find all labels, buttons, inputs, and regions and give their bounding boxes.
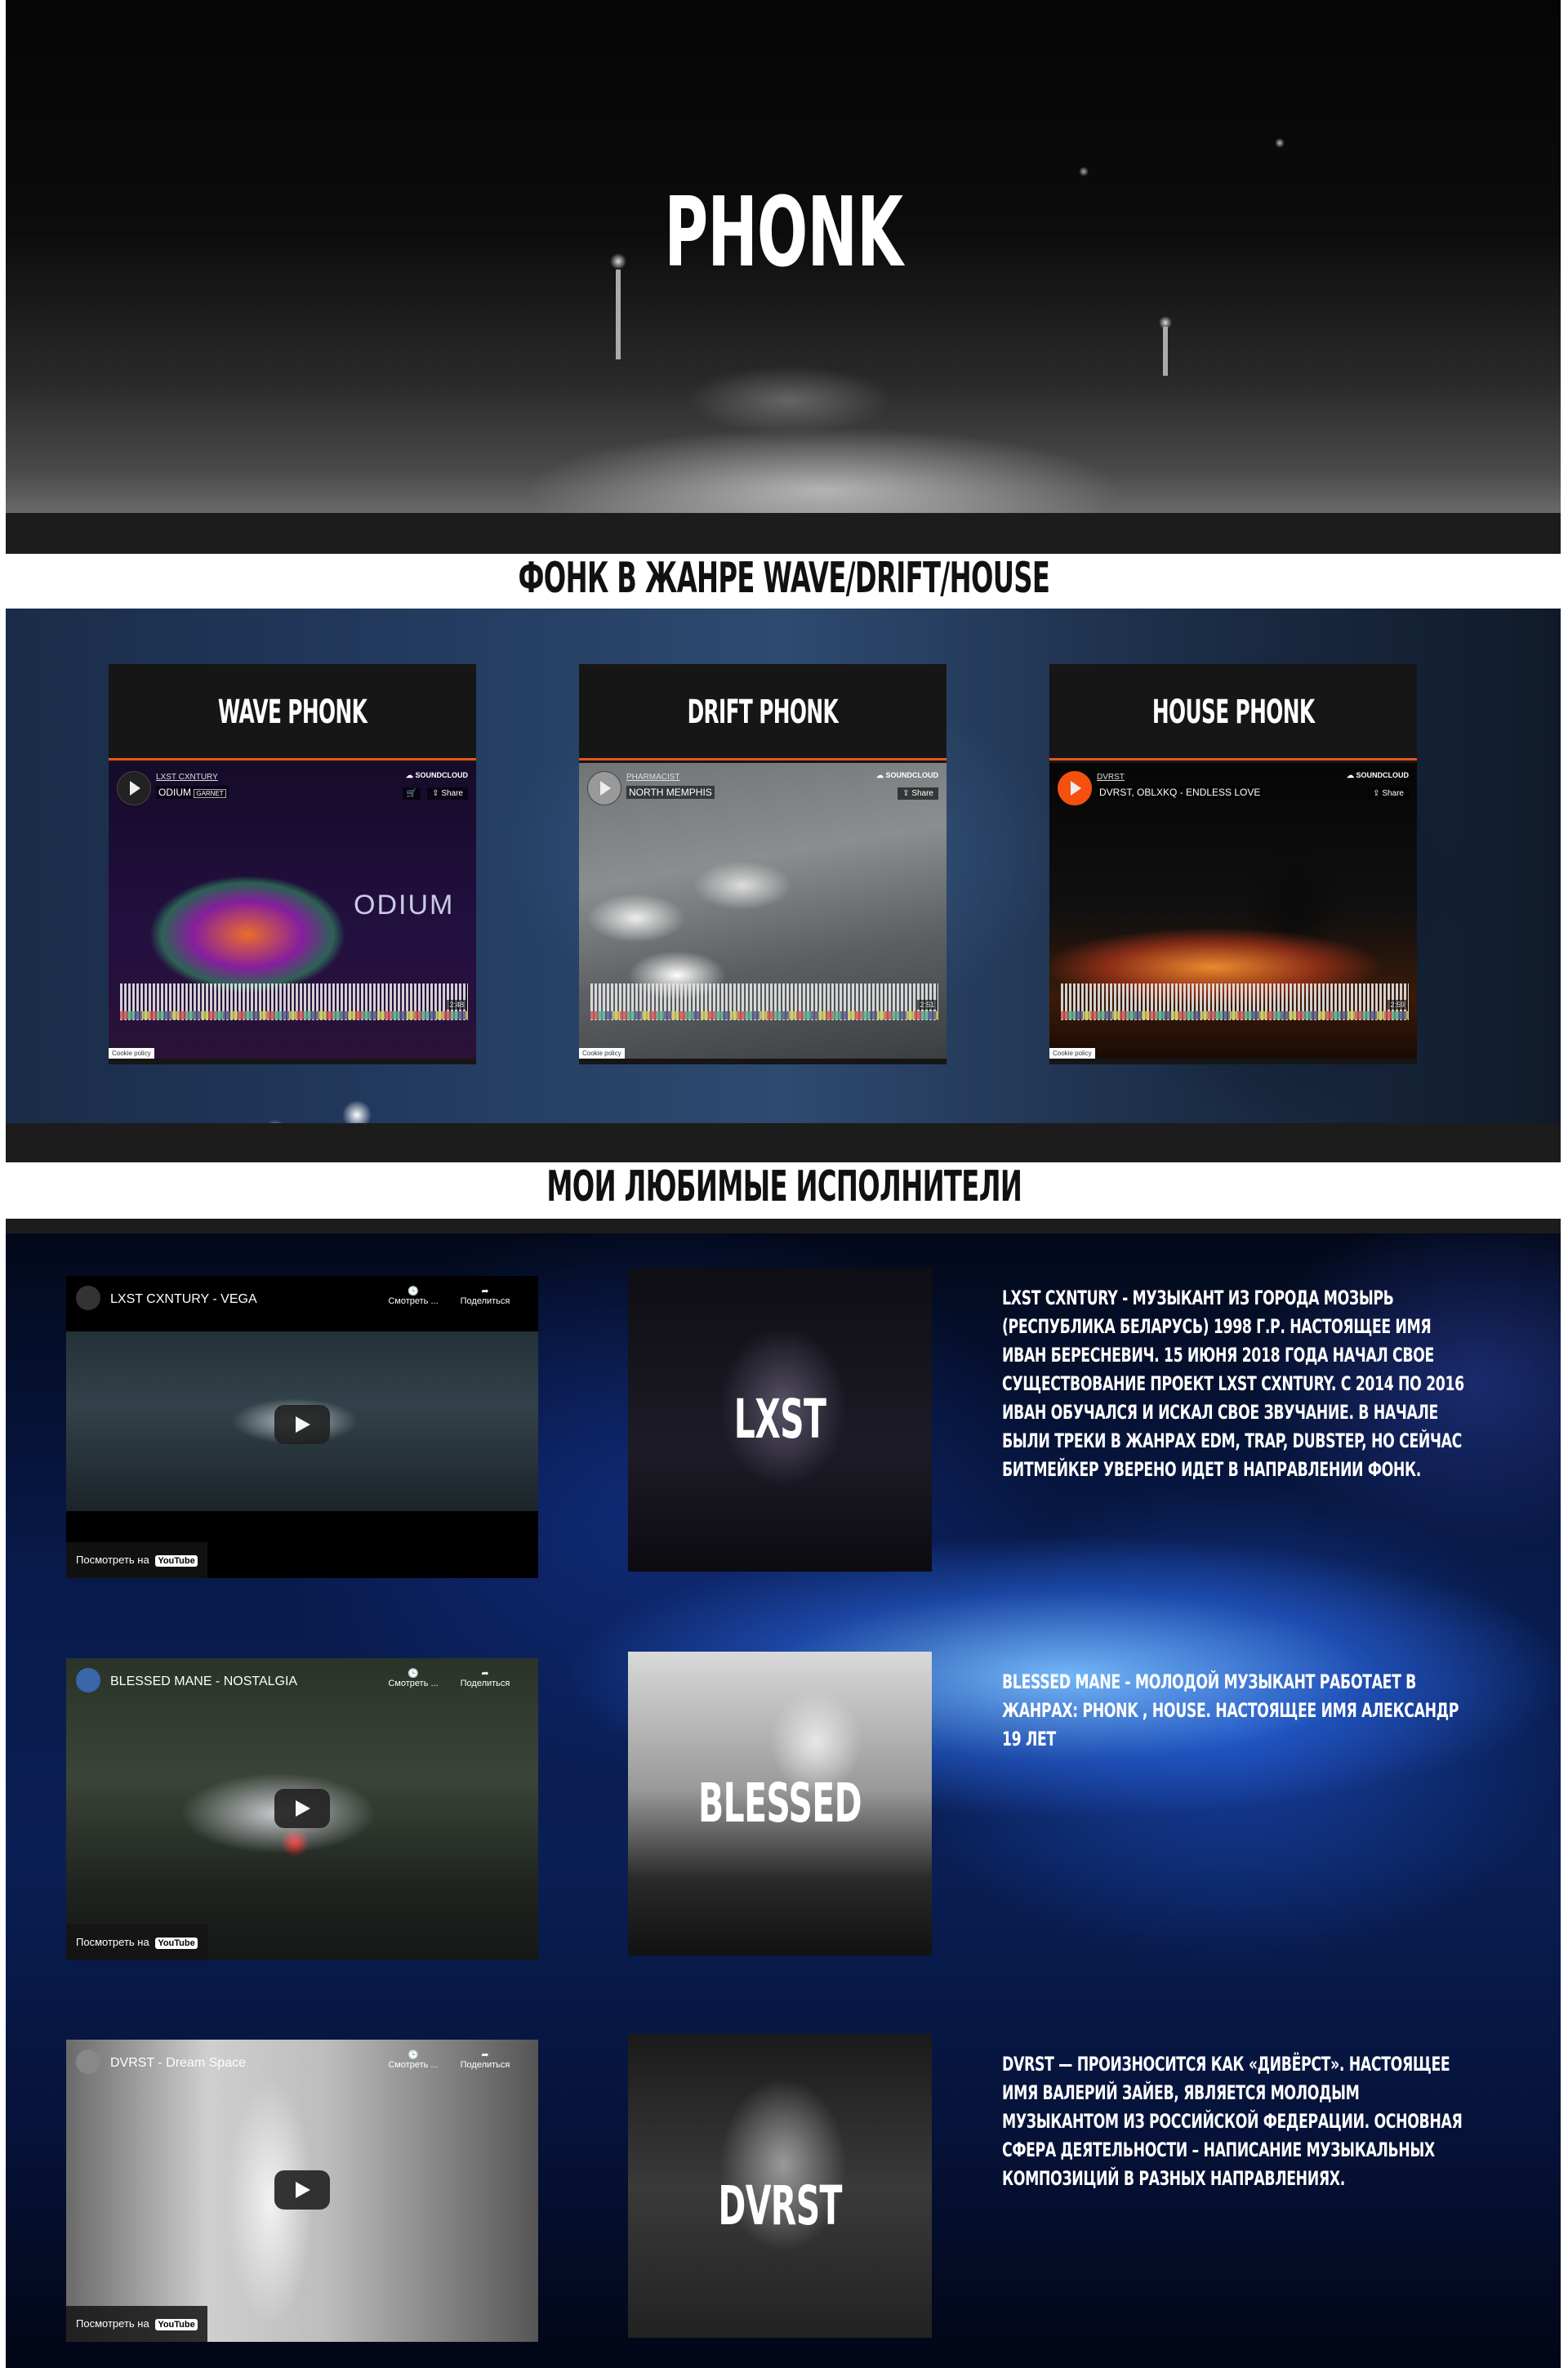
soundcloud-logo[interactable]: ☁ SOUNDCLOUD: [406, 771, 468, 780]
genres-bottom-strip: [6, 1123, 1561, 1162]
clock-icon: 🕒: [408, 1287, 419, 1296]
share-button[interactable]: ⇪ Share: [1368, 787, 1409, 800]
artists-top-strip: [6, 1219, 1561, 1233]
share-arrow-icon: ➦: [481, 2050, 489, 2060]
artist-photo-name: BLESSED MANE: [698, 1772, 862, 1835]
artist-photo: LXST CXNTURY: [628, 1268, 932, 1572]
youtube-logo: YouTube: [155, 1555, 198, 1567]
cookie-policy-link[interactable]: Cookie policy: [1049, 1048, 1095, 1059]
share-video-button[interactable]: ➦ Поделиться: [457, 1286, 514, 1306]
clock-icon: 🕒: [408, 1669, 419, 1679]
track-user-link[interactable]: PHARMACIST: [626, 773, 680, 782]
artists-section: LXST CXNTURY - VEGA 🕒 Смотреть ... ➦ Подел…: [6, 1219, 1561, 2368]
comment-thumbnails[interactable]: [590, 1011, 938, 1019]
genre-card-wave: WAVE PHONK ODIUM LXST CXNTURY ODIUM GARN…: [109, 664, 476, 1064]
youtube-embed[interactable]: LXST CXNTURY - VEGA 🕒 Смотреть ... ➦ Подел…: [66, 1276, 538, 1578]
track-duration: 2:51: [917, 1000, 937, 1010]
play-button[interactable]: [587, 771, 621, 805]
channel-avatar[interactable]: [76, 1286, 100, 1310]
share-arrow-icon: ➦: [481, 1669, 489, 1679]
hero-banner: PHONK: [6, 0, 1561, 554]
track-duration: 2:59: [1388, 1000, 1407, 1010]
share-video-button[interactable]: ➦ Поделиться: [457, 1668, 514, 1688]
play-button[interactable]: [1058, 771, 1092, 805]
genre-title: WAVE PHONK: [109, 664, 476, 760]
track-user-link[interactable]: LXST CXNTURY: [156, 773, 218, 782]
cart-icon[interactable]: 🛒: [402, 787, 421, 800]
youtube-play-button[interactable]: [274, 1405, 330, 1444]
hero-bottom-strip: [6, 513, 1561, 554]
cookie-policy-link[interactable]: Cookie policy: [579, 1048, 625, 1059]
artist-photo-name: LXST CXNTURY: [733, 1388, 826, 1451]
genre-card-drift: DRIFT PHONK PHARMACIST NORTH MEMPHIS ☁ S…: [579, 664, 947, 1064]
comment-thumbnails[interactable]: [120, 1011, 468, 1019]
youtube-logo: YouTube: [155, 2319, 198, 2330]
video-title[interactable]: BLESSED MANE - NOSTALGIA: [110, 1675, 297, 1689]
artist-photo-name: DVRST: [718, 2174, 842, 2237]
track-duration: 2:48: [447, 1000, 466, 1010]
watch-on-youtube-button[interactable]: Посмотреть на YouTube: [66, 1924, 207, 1960]
video-top-bar: DVRST - Dream Space 🕒 Смотреть ... ➦ Подел…: [66, 2040, 538, 2095]
video-top-bar: BLESSED MANE - NOSTALGIA 🕒 Смотреть ... ➦…: [66, 1658, 538, 1714]
video-title[interactable]: DVRST - Dream Space: [110, 2056, 246, 2071]
genre-title: DRIFT PHONK: [579, 664, 947, 760]
clock-icon: 🕒: [408, 2050, 419, 2060]
genre-card-house: HOUSE PHONK DVRST DVRST, OBLXKQ - ENDLES…: [1049, 664, 1417, 1064]
share-video-button[interactable]: ➦ Поделиться: [457, 2049, 514, 2070]
share-arrow-icon: ➦: [481, 1287, 489, 1296]
watch-later-button[interactable]: 🕒 Смотреть ...: [385, 1286, 442, 1306]
artist-photo: DVRST: [628, 2034, 932, 2338]
soundcloud-player[interactable]: DVRST DVRST, OBLXKQ - ENDLESS LOVE ☁ SOU…: [1049, 763, 1417, 1059]
channel-avatar[interactable]: [76, 2049, 100, 2074]
soundcloud-player[interactable]: PHARMACIST NORTH MEMPHIS ☁ SOUNDCLOUD ⇪ …: [579, 763, 947, 1059]
artist-bio: DVRST — произносится как «Дивёрст». Наст…: [1002, 2053, 1463, 2190]
track-title[interactable]: ODIUM GARNET: [156, 786, 229, 799]
soundcloud-player[interactable]: ODIUM LXST CXNTURY ODIUM GARNET ☁ SOUNDC…: [109, 763, 476, 1059]
share-button[interactable]: ⇪ Share: [427, 787, 468, 800]
comment-thumbnails[interactable]: [1061, 1011, 1409, 1019]
watch-on-youtube-button[interactable]: Посмотреть на YouTube: [66, 1542, 207, 1578]
video-top-bar: LXST CXNTURY - VEGA 🕒 Смотреть ... ➦ Подел…: [66, 1276, 538, 1331]
track-badge: GARNET: [194, 789, 226, 798]
watch-later-button[interactable]: 🕒 Смотреть ...: [385, 2049, 442, 2070]
cookie-policy-link[interactable]: Cookie policy: [109, 1048, 154, 1059]
artist-photo: BLESSED MANE: [628, 1652, 932, 1955]
genres-section: WAVE PHONK ODIUM LXST CXNTURY ODIUM GARN…: [6, 609, 1561, 1162]
genres-heading: ФОНК В ЖАНРЕ WAVE/DRIFT/HOUSE: [518, 554, 1050, 603]
soundcloud-logo[interactable]: ☁ SOUNDCLOUD: [876, 771, 938, 780]
hero-title: PHONK: [664, 176, 902, 288]
artist-bio: LXST CXNTURY - Музыкант из города Мозырь…: [1002, 1287, 1464, 1481]
youtube-embed[interactable]: DVRST - Dream Space 🕒 Смотреть ... ➦ Подел…: [66, 2040, 538, 2342]
track-title[interactable]: NORTH MEMPHIS: [626, 786, 715, 799]
soundcloud-logo[interactable]: ☁ SOUNDCLOUD: [1347, 771, 1409, 780]
watch-on-youtube-button[interactable]: Посмотреть на YouTube: [66, 2306, 207, 2342]
video-title[interactable]: LXST CXNTURY - VEGA: [110, 1292, 257, 1307]
artist-bio: BLESSED MANE - молодой музыкант работает…: [1002, 1670, 1459, 1750]
share-button[interactable]: ⇪ Share: [898, 787, 938, 800]
artists-heading: МОИ ЛЮБИМЫЕ ИСПОЛНИТЕЛИ: [546, 1162, 1022, 1211]
watch-later-button[interactable]: 🕒 Смотреть ...: [385, 1668, 442, 1688]
track-user-link[interactable]: DVRST: [1097, 773, 1125, 782]
channel-avatar[interactable]: [76, 1668, 100, 1692]
youtube-play-button[interactable]: [274, 1789, 330, 1828]
genre-title: HOUSE PHONK: [1049, 664, 1417, 760]
youtube-play-button[interactable]: [274, 2170, 330, 2210]
artwork-text: ODIUM: [354, 890, 455, 921]
play-button[interactable]: [117, 771, 151, 805]
youtube-logo: YouTube: [155, 1938, 198, 1949]
youtube-embed[interactable]: BLESSED MANE - NOSTALGIA 🕒 Смотреть ... ➦…: [66, 1658, 538, 1960]
track-title[interactable]: DVRST, OBLXKQ - ENDLESS LOVE: [1097, 786, 1263, 799]
